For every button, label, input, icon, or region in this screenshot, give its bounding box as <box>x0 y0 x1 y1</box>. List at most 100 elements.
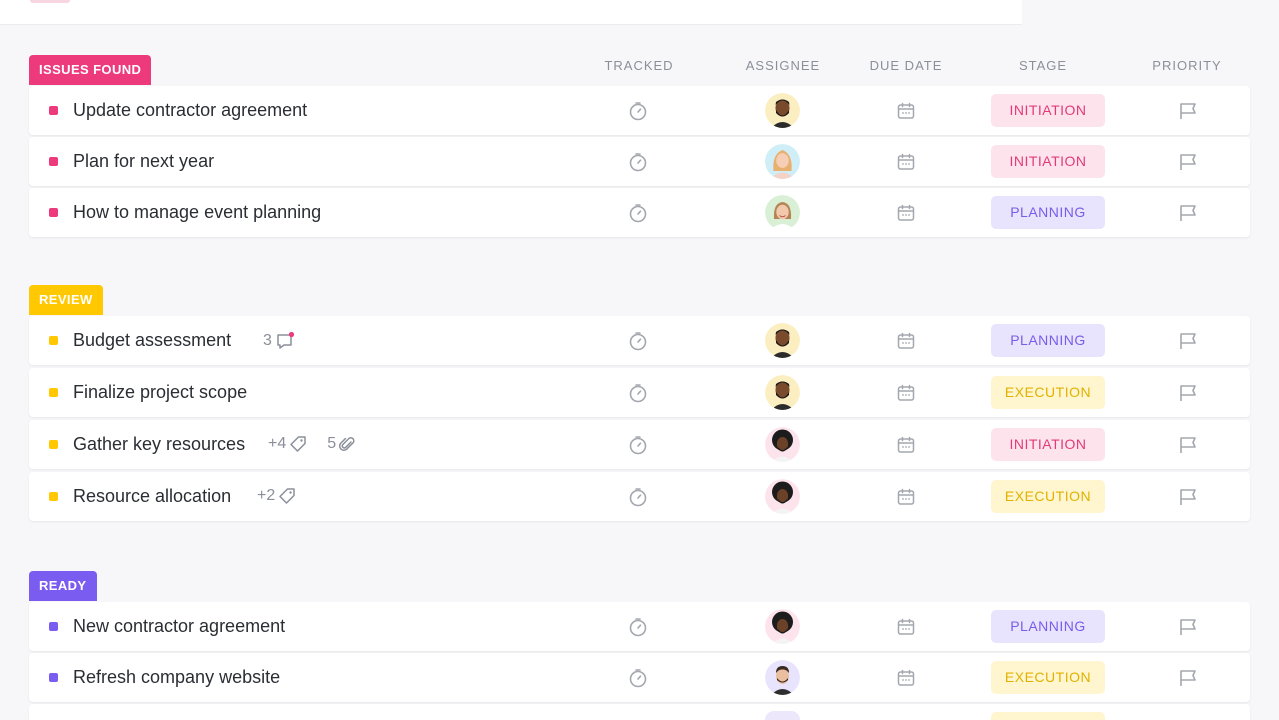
flag-icon[interactable] <box>1178 668 1198 688</box>
comment-count[interactable]: 3 <box>263 331 295 351</box>
timer-icon[interactable] <box>628 617 648 637</box>
status-square[interactable] <box>49 157 58 166</box>
attachment-count-value: 5 <box>327 435 337 452</box>
flag-icon[interactable] <box>1178 383 1198 403</box>
calendar-icon[interactable] <box>897 384 915 402</box>
task-name[interactable]: Gather key resources <box>73 434 245 455</box>
task-extras: 3 <box>263 331 309 351</box>
task-name[interactable]: Plan for next year <box>73 151 214 172</box>
column-headers: TRACKED ASSIGNEE DUE DATE STAGE PRIORITY <box>0 58 1279 74</box>
status-square[interactable] <box>49 208 58 217</box>
status-square[interactable] <box>49 336 58 345</box>
avatar-man-curly[interactable] <box>765 479 800 514</box>
tag-count-value: +2 <box>257 487 276 504</box>
status-square[interactable] <box>49 440 58 449</box>
task-row[interactable]: Plan for next year INITIATION <box>29 137 1250 186</box>
tag-icon <box>289 435 307 453</box>
calendar-icon[interactable] <box>897 436 915 454</box>
group-tag-review[interactable]: REVIEW <box>29 285 103 315</box>
status-square[interactable] <box>49 673 58 682</box>
task-row[interactable]: Update contractor agreement INITIATION <box>29 86 1250 135</box>
status-square[interactable] <box>49 388 58 397</box>
avatar-woman-smile[interactable] <box>765 195 800 230</box>
group-tag-issues-found[interactable]: ISSUES FOUND <box>29 55 152 85</box>
avatar[interactable] <box>765 711 800 720</box>
column-header-tracked[interactable]: TRACKED <box>604 58 673 73</box>
task-row[interactable]: Refresh company website EXECUTION <box>29 653 1250 702</box>
stage-badge[interactable] <box>991 712 1105 720</box>
comment-count-value: 3 <box>263 332 272 349</box>
task-name[interactable]: Finalize project scope <box>73 382 247 403</box>
task-name[interactable]: Resource allocation <box>73 486 231 507</box>
task-row[interactable]: Budget assessment 3 PLANNING <box>29 316 1250 365</box>
task-row[interactable]: New contractor agreement PLANNING <box>29 602 1250 651</box>
group-tag-ready[interactable]: READY <box>29 571 97 601</box>
task-name[interactable]: Update contractor agreement <box>73 100 307 121</box>
status-square[interactable] <box>49 106 58 115</box>
flag-icon[interactable] <box>1178 203 1198 223</box>
avatar-man-curly[interactable] <box>765 609 800 644</box>
timer-icon[interactable] <box>628 203 648 223</box>
stage-badge[interactable]: EXECUTION <box>991 661 1105 694</box>
tag-icon <box>278 487 296 505</box>
avatar-man-curly[interactable] <box>765 427 800 462</box>
flag-icon[interactable] <box>1178 101 1198 121</box>
task-row[interactable] <box>29 704 1250 720</box>
timer-icon[interactable] <box>628 383 648 403</box>
calendar-icon[interactable] <box>897 669 915 687</box>
attachment-count[interactable]: 5 <box>327 435 355 453</box>
task-extras: +2 <box>257 487 310 505</box>
status-square[interactable] <box>49 622 58 631</box>
timer-icon[interactable] <box>628 152 648 172</box>
flag-icon[interactable] <box>1178 152 1198 172</box>
tag-count-value: +4 <box>268 435 287 452</box>
avatar-woman-blonde[interactable] <box>765 144 800 179</box>
timer-icon[interactable] <box>628 668 648 688</box>
calendar-icon[interactable] <box>897 488 915 506</box>
stage-badge[interactable]: EXECUTION <box>991 376 1105 409</box>
top-tab-indicator <box>30 0 70 3</box>
task-row[interactable]: Gather key resources +4 5 INITIATION <box>29 420 1250 469</box>
stage-badge[interactable]: INITIATION <box>991 428 1105 461</box>
task-row[interactable]: Resource allocation +2 EXECUTION <box>29 472 1250 521</box>
timer-icon[interactable] <box>628 435 648 455</box>
tag-count[interactable]: +4 <box>268 435 307 453</box>
flag-icon[interactable] <box>1178 617 1198 637</box>
task-row[interactable]: How to manage event planning PLANNING <box>29 188 1250 237</box>
avatar-man-beard[interactable] <box>765 323 800 358</box>
stage-badge[interactable]: PLANNING <box>991 324 1105 357</box>
calendar-icon[interactable] <box>897 332 915 350</box>
timer-icon[interactable] <box>628 101 648 121</box>
column-header-priority[interactable]: PRIORITY <box>1152 58 1221 73</box>
flag-icon[interactable] <box>1178 331 1198 351</box>
task-name[interactable]: New contractor agreement <box>73 616 285 637</box>
column-header-assignee[interactable]: ASSIGNEE <box>746 58 820 73</box>
avatar-man-short[interactable] <box>765 660 800 695</box>
calendar-icon[interactable] <box>897 618 915 636</box>
stage-badge[interactable]: INITIATION <box>991 145 1105 178</box>
avatar-man-beard[interactable] <box>765 93 800 128</box>
column-header-stage[interactable]: STAGE <box>1019 58 1067 73</box>
calendar-icon[interactable] <box>897 102 915 120</box>
top-bar <box>0 0 1022 25</box>
column-header-due-date[interactable]: DUE DATE <box>870 58 943 73</box>
task-extras: +4 5 <box>268 435 369 453</box>
avatar-man-beard[interactable] <box>765 375 800 410</box>
flag-icon[interactable] <box>1178 487 1198 507</box>
comment-icon <box>275 331 295 351</box>
stage-badge[interactable]: INITIATION <box>991 94 1105 127</box>
timer-icon[interactable] <box>628 487 648 507</box>
stage-badge[interactable]: PLANNING <box>991 196 1105 229</box>
tag-count[interactable]: +2 <box>257 487 296 505</box>
calendar-icon[interactable] <box>897 153 915 171</box>
task-row[interactable]: Finalize project scope EXECUTION <box>29 368 1250 417</box>
task-name[interactable]: Refresh company website <box>73 667 280 688</box>
status-square[interactable] <box>49 492 58 501</box>
stage-badge[interactable]: PLANNING <box>991 610 1105 643</box>
calendar-icon[interactable] <box>897 204 915 222</box>
flag-icon[interactable] <box>1178 435 1198 455</box>
stage-badge[interactable]: EXECUTION <box>991 480 1105 513</box>
task-name[interactable]: How to manage event planning <box>73 202 321 223</box>
task-name[interactable]: Budget assessment <box>73 330 231 351</box>
timer-icon[interactable] <box>628 331 648 351</box>
